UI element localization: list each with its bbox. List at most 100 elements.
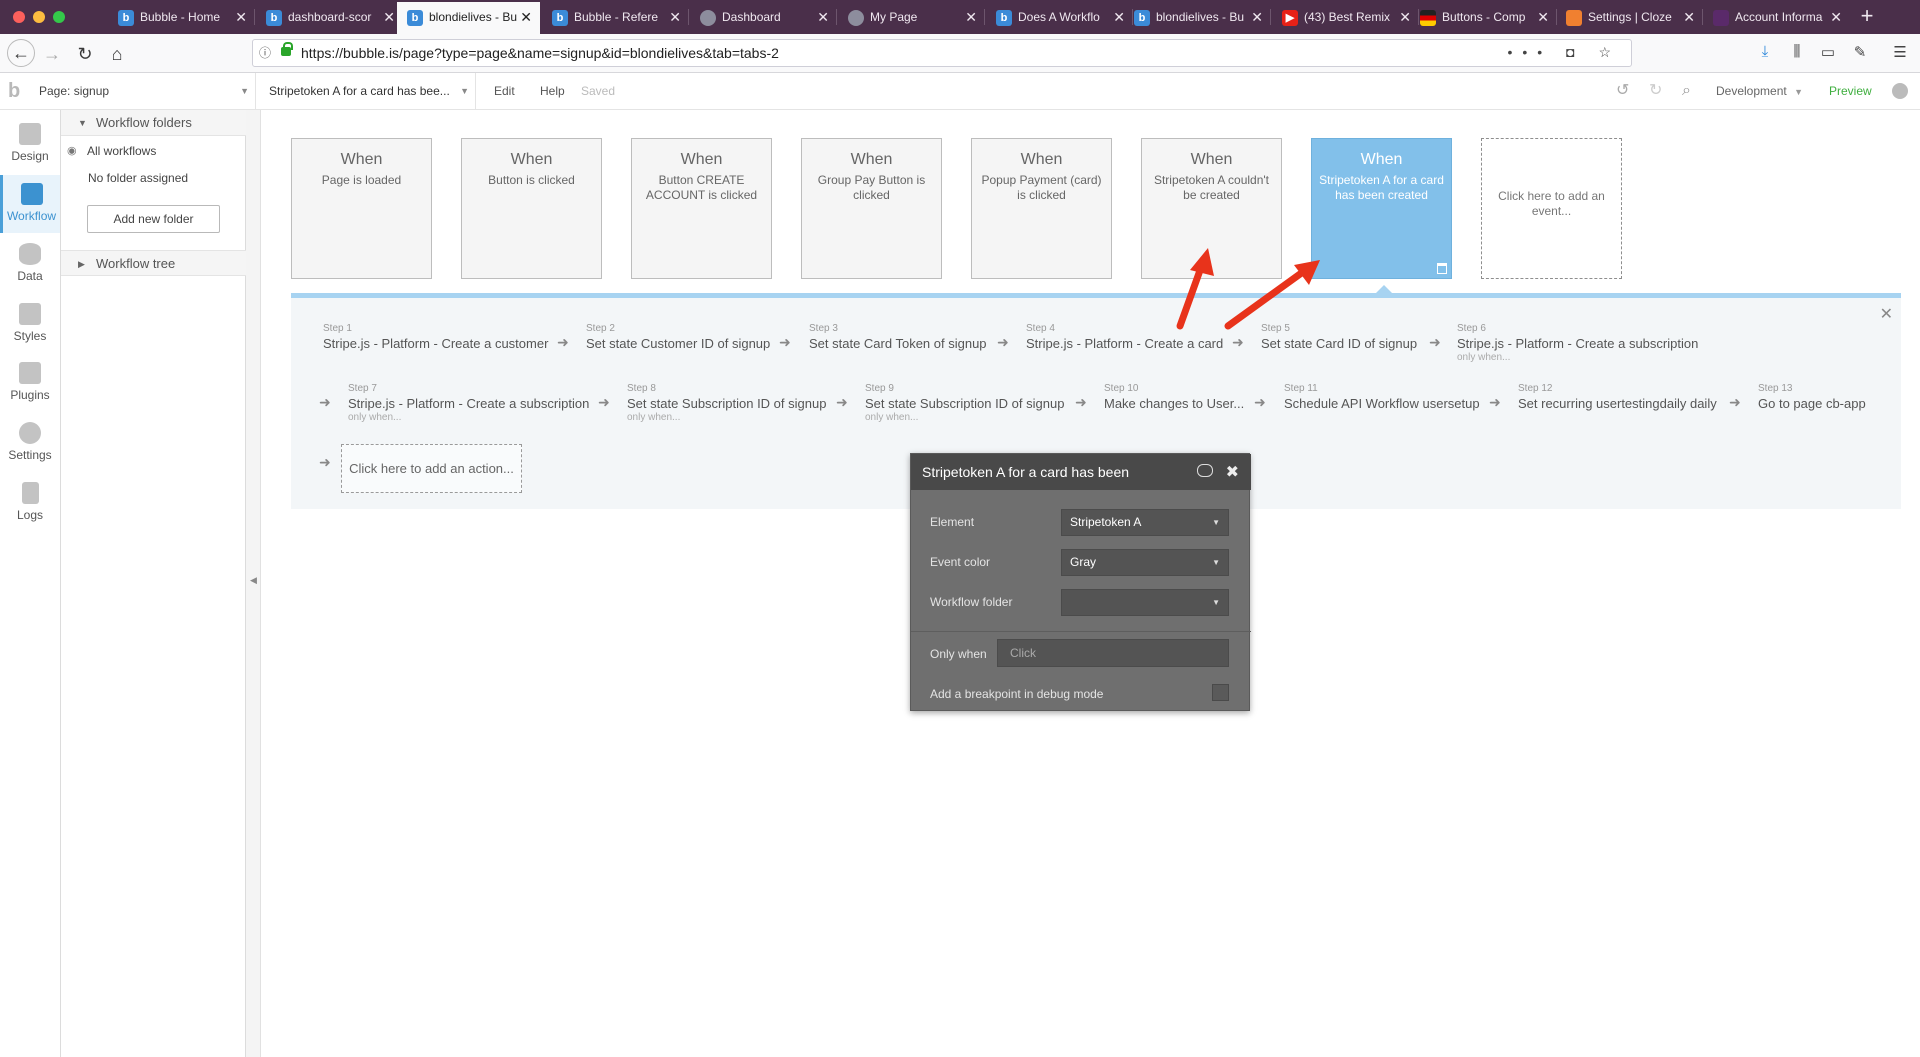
nav-plugins[interactable]: Plugins (0, 354, 60, 412)
action-step[interactable]: Step 8 Set state Subscription ID of sign… (627, 383, 826, 423)
close-icon[interactable]: ✕ (1683, 0, 1695, 34)
add-action-button[interactable]: Click here to add an action... (341, 444, 522, 493)
event-card[interactable]: When Button CREATE ACCOUNT is clicked (631, 138, 772, 279)
url-text[interactable]: https://bubble.is/page?type=page&name=si… (301, 45, 779, 61)
browser-tab[interactable]: Account Informa ✕ (1703, 0, 1850, 34)
action-step[interactable]: Step 7 Stripe.js - Platform - Create a s… (348, 383, 589, 423)
action-step[interactable]: Step 4 Stripe.js - Platform - Create a c… (1026, 323, 1223, 351)
action-step[interactable]: Step 10 Make changes to User... (1104, 383, 1244, 411)
divider (911, 631, 1251, 632)
undo-icon[interactable]: ↺ (1616, 73, 1629, 109)
action-step[interactable]: Step 9 Set state Subscription ID of sign… (865, 383, 1064, 423)
info-icon[interactable]: ⓘ (259, 44, 271, 61)
browser-tab[interactable]: Dashboard ✕ (690, 0, 837, 34)
page-selector[interactable]: Page: signup ▼ (34, 73, 256, 110)
step-title: Stripe.js - Platform - Create a subscrip… (1457, 336, 1699, 351)
nav-styles[interactable]: Styles (0, 295, 60, 353)
user-avatar-icon[interactable] (1892, 83, 1908, 99)
close-icon[interactable]: ✕ (965, 0, 977, 34)
event-card[interactable]: When Stripetoken A couldn't be created (1141, 138, 1282, 279)
browser-tab[interactable]: b Does A Workflo ✕ (986, 0, 1133, 34)
close-icon[interactable]: ✕ (1880, 304, 1893, 324)
event-card[interactable]: When Group Pay Button is clicked (801, 138, 942, 279)
browser-tab[interactable]: b dashboard-scor ✕ (256, 0, 403, 34)
search-icon[interactable]: ⌕ (1682, 73, 1691, 109)
preview-button[interactable]: Preview (1829, 73, 1872, 109)
element-select[interactable]: Stripetoken A ▼ (1061, 509, 1229, 536)
close-icon[interactable]: ✖ (1226, 462, 1239, 482)
bubble-logo[interactable]: b (8, 80, 20, 103)
workflow-folder-select[interactable]: ▼ (1061, 589, 1229, 616)
action-step[interactable]: Step 5 Set state Card ID of signup (1261, 323, 1417, 351)
close-icon[interactable]: ✕ (1251, 0, 1263, 34)
trash-icon[interactable] (1437, 263, 1447, 274)
action-step[interactable]: Step 1 Stripe.js - Platform - Create a c… (323, 323, 548, 351)
edit-menu[interactable]: Edit (494, 73, 515, 109)
add-event-card[interactable]: Click here to add an event... (1481, 138, 1622, 279)
nav-workflow[interactable]: Workflow (0, 175, 60, 233)
browser-tab-active[interactable]: b blondielives - Bu ✕ (397, 2, 540, 34)
close-icon[interactable]: ✕ (520, 2, 532, 33)
action-step[interactable]: Step 6 Stripe.js - Platform - Create a s… (1457, 323, 1698, 363)
browser-tab[interactable]: b Bubble - Refere ✕ (542, 0, 689, 34)
new-tab-button[interactable]: + (1850, 0, 1884, 34)
nav-data[interactable]: Data (0, 235, 60, 293)
browser-tab[interactable]: ▶ (43) Best Remix ✕ (1272, 0, 1419, 34)
only-when-input[interactable]: Click (997, 639, 1229, 667)
help-menu[interactable]: Help (540, 73, 565, 109)
workflow-tree-header[interactable]: ▶ Workflow tree (61, 250, 246, 276)
forward-button[interactable]: → (39, 41, 65, 67)
close-icon[interactable]: ✕ (1537, 0, 1549, 34)
action-step[interactable]: Step 13 Go to page cb-app (1758, 383, 1866, 411)
workflow-selector[interactable]: Stripetoken A for a card has bee... ▼ (262, 73, 476, 110)
minimize-window-button[interactable] (33, 11, 45, 23)
home-icon[interactable]: ⌂ (104, 41, 130, 67)
event-card[interactable]: When Popup Payment (card) is clicked (971, 138, 1112, 279)
add-new-folder-button[interactable]: Add new folder (87, 205, 220, 233)
library-icon[interactable]: ⫼ (1787, 43, 1807, 60)
step-condition: only when... (1457, 352, 1511, 363)
eyedropper-icon[interactable]: ✎ (1850, 43, 1870, 61)
event-card[interactable]: When Page is loaded (291, 138, 432, 279)
download-icon[interactable]: ⤓ (1755, 43, 1775, 60)
url-bar[interactable]: ⓘ https://bubble.is/page?type=page&name=… (252, 39, 1632, 67)
event-card-selected[interactable]: When Stripetoken A for a card has been c… (1311, 138, 1452, 279)
close-icon[interactable]: ✕ (235, 0, 247, 34)
event-card[interactable]: When Button is clicked (461, 138, 602, 279)
page-actions-icons[interactable]: ••• ◘ ☆ (1508, 44, 1622, 61)
all-workflows-item[interactable]: All workflows (87, 144, 156, 158)
breakpoint-checkbox[interactable] (1212, 684, 1229, 701)
environment-selector[interactable]: Development ▼ (1716, 73, 1803, 110)
browser-tab[interactable]: Settings | Cloze ✕ (1556, 0, 1703, 34)
comment-icon[interactable] (1197, 464, 1213, 477)
close-icon[interactable]: ✕ (1830, 0, 1842, 34)
nav-logs[interactable]: Logs (0, 474, 60, 532)
back-button[interactable]: ← (7, 39, 35, 67)
action-step[interactable]: Step 2 Set state Customer ID of signup (586, 323, 770, 351)
nav-design[interactable]: Design (0, 115, 60, 173)
close-icon[interactable]: ✕ (817, 0, 829, 34)
panel-collapse-handle[interactable]: ◀ (246, 110, 261, 1057)
nav-settings[interactable]: Settings (0, 414, 60, 472)
browser-tab[interactable]: b Bubble - Home ✕ (108, 0, 255, 34)
step-title: Stripe.js - Platform - Create a card (1026, 336, 1224, 351)
browser-tab[interactable]: b blondielives - Bu ✕ (1124, 0, 1271, 34)
no-folder-item[interactable]: No folder assigned (88, 171, 188, 185)
close-window-button[interactable] (13, 11, 25, 23)
zoom-window-button[interactable] (53, 11, 65, 23)
sidebar-icon[interactable]: ▭ (1818, 43, 1838, 61)
workflow-folders-header[interactable]: ▼ Workflow folders (61, 110, 246, 136)
menu-icon[interactable]: ☰ (1890, 43, 1910, 61)
event-color-select[interactable]: Gray ▼ (1061, 549, 1229, 576)
action-step[interactable]: Step 12 Set recurring usertestingdaily d… (1518, 383, 1717, 411)
close-icon[interactable]: ✕ (383, 0, 395, 34)
redo-icon[interactable]: ↻ (1649, 73, 1662, 109)
close-icon[interactable]: ✕ (669, 0, 681, 34)
eye-icon[interactable]: ◉ (67, 144, 77, 157)
chevron-down-icon: ▼ (1212, 518, 1220, 527)
reload-icon[interactable]: ↻ (72, 41, 98, 67)
action-step[interactable]: Step 3 Set state Card Token of signup (809, 323, 987, 351)
browser-tab[interactable]: Buttons - Comp ✕ (1410, 0, 1557, 34)
browser-tab[interactable]: My Page ✕ (838, 0, 985, 34)
action-step[interactable]: Step 11 Schedule API Workflow usersetup (1284, 383, 1480, 411)
